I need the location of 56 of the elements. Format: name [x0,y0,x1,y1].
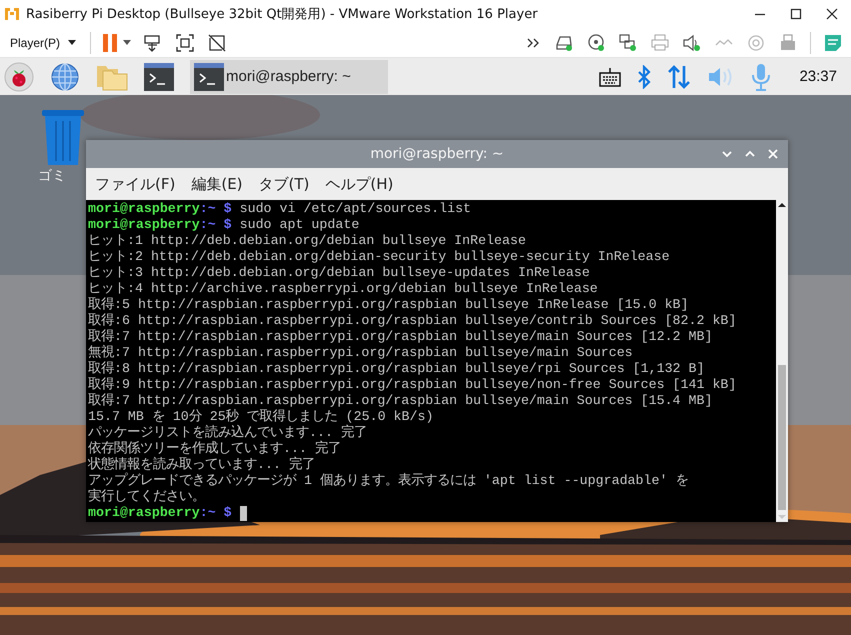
output-line: 取得:9 http://raspbian.raspberrypi.org/raspbian bullseye/non-free Sources [141 kB] [88,377,736,393]
output-line: 依存関係ツリーを作成しています... 完了 [88,441,341,456]
player-menu[interactable]: Player(P) [8,34,78,52]
output-line: アップグレードできるパッケージが 1 個あります。表示するには 'apt list --upgradable' を [88,473,688,488]
unity-icon[interactable] [207,32,228,52]
network-icon[interactable] [618,32,638,52]
output-line: パッケージリストを読み込んでいます... 完了 [88,425,367,440]
menu-item[interactable]: ヘルプ(H) [325,174,394,194]
prompt-user: mori@raspberry [88,201,200,217]
output-line: 状態情報を読み取っています... 完了 [88,457,315,472]
task-button[interactable]: mori@raspberry: ~ [190,60,388,94]
output-line: 取得:7 http://raspbian.raspberrypi.org/raspbian bullseye/main Sources [15.4 MB] [88,393,712,409]
command-text: sudo apt update [238,217,360,233]
printer-icon[interactable] [650,32,670,52]
transfer-arrows-icon[interactable] [667,64,692,90]
caret-icon [68,40,76,45]
menu-item[interactable]: タブ(T) [258,174,310,194]
prompt-user: mori@raspberry [88,217,200,233]
scrollbar[interactable] [776,200,788,522]
bluetooth-icon[interactable] [637,64,652,88]
output-line: ヒット:3 http://deb.debian.org/debian bullseye-updates InRelease [88,265,590,281]
keyboard-icon[interactable] [599,66,622,86]
output-line: 無視:7 http://raspbian.raspberrypi.org/raspbian bullseye/main Sources [88,345,633,361]
text-cursor [240,506,247,520]
pause-icon[interactable] [103,34,118,52]
prompt-path: :~ $ [200,217,232,233]
prompt-path: :~ $ [200,201,232,217]
raspberry-icon[interactable] [4,62,34,92]
output-line: ヒット:4 http://archive.raspberrypi.org/debian bullseye InRelease [88,281,598,297]
output-line: ヒット:1 http://deb.debian.org/debian bullseye InRelease [88,233,526,249]
output-line: ヒット:2 http://deb.debian.org/debian-security bullseye-security InRelease [88,249,670,265]
command-text: sudo vi /etc/apt/sources.list [238,201,472,217]
window-title: Rasiberry Pi Desktop (Bullseye 32bit Qt開発用) - VMware Workstation 16 Player [26,6,538,23]
menu-item[interactable]: 編集(E) [191,174,243,194]
prompt-user: mori@raspberry [88,505,200,521]
output-line: 15.7 MB を 10分 25秒 で取得しました (25.0 kB/s) [88,409,434,424]
microphone-icon[interactable] [751,62,772,90]
icon-label: ゴミ [38,167,66,185]
globe-icon[interactable] [50,62,80,92]
menu-item[interactable]: ファイル(F) [95,174,176,194]
terminal-icon [194,62,224,90]
caret-icon[interactable] [123,40,132,45]
scroll-thumb[interactable] [778,365,786,510]
output-line: 取得:7 http://raspbian.raspberrypi.org/raspbian bullseye/main Sources [12.2 MB] [88,329,712,344]
note-icon[interactable] [823,32,843,52]
output-line: 取得:8 http://raspbian.raspberrypi.org/raspbian bullseye/rpi Sources [1,132 B] [88,361,704,377]
clock: 23:37 [799,68,837,85]
prompt-path: :~ $ [200,505,232,521]
speaker-icon[interactable] [682,32,702,52]
fullscreen-icon[interactable] [175,32,196,52]
terminal-icon[interactable] [144,62,174,90]
window-title: mori@raspberry: ~ [370,146,504,162]
output-line: 実行してください。 [88,489,205,505]
disc-icon[interactable] [586,32,606,52]
output-line: 取得:6 http://raspbian.raspberrypi.org/raspbian bullseye/contrib Sources [82.2 kB] [88,313,736,329]
output-line: 取得:5 http://raspbian.raspberrypi.org/raspbian bullseye InRelease [15.0 kB] [88,297,689,313]
